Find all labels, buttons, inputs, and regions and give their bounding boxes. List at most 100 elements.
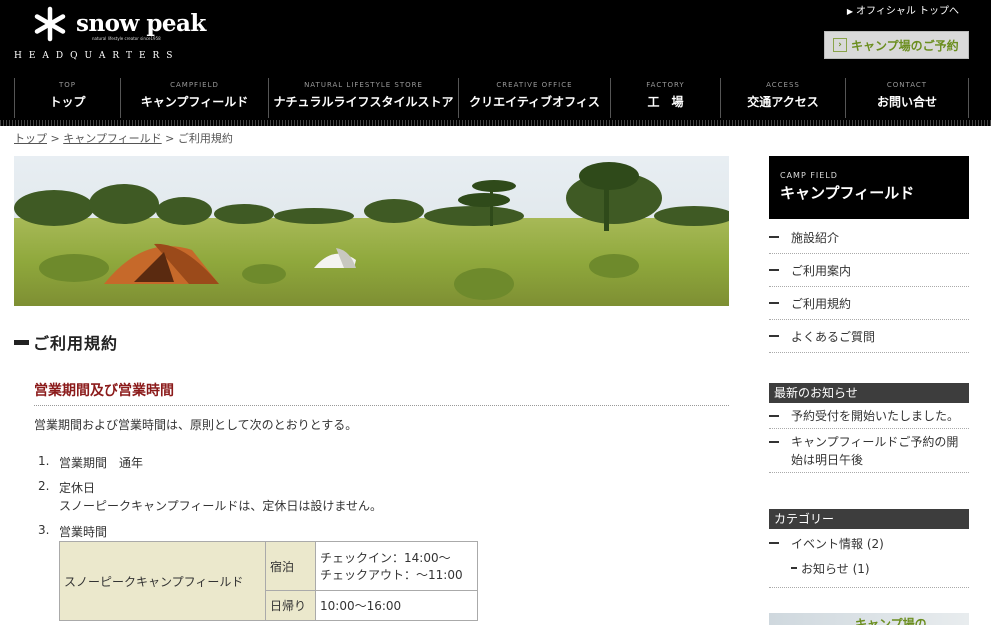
stay-label-cell: 宿泊 [265,541,316,591]
list-item: 3. 営業時間 [38,523,107,540]
sidebar-item-facilities[interactable]: 施設紹介 [769,221,969,254]
camp-reservation-label: キャンプ場のご予約 [851,38,959,53]
nav-item-label: 工 場 [647,95,684,109]
news-heading: 最新のお知らせ [769,383,969,403]
global-navigation: TOP トップ CAMPFIELD キャンプフィールド NATURAL LIFE… [14,78,969,118]
breadcrumb-current: ご利用規約 [177,132,233,145]
brand-name: snow peak [76,10,206,37]
divider [769,587,969,588]
dash-icon [769,335,779,337]
day-label-cell: 日帰り [265,590,316,621]
camp-banner[interactable]: キャンプ場の... [769,613,969,625]
sidebar-item-label: ご利用規約 [791,296,852,311]
list-number: 1. [38,454,50,468]
chevron-right-icon: › [833,38,847,52]
dash-icon [769,415,779,417]
list-number: 2. [38,479,50,493]
breadcrumb: トップ > キャンプフィールド > ご利用規約 [14,130,233,146]
sidebar-item-label: よくあるご質問 [791,329,876,344]
headquarters-label: HEADQUARTERS [14,51,180,61]
dash-icon [769,269,779,271]
breadcrumb-campfield[interactable]: キャンプフィールド [63,132,161,145]
category-item-event[interactable]: イベント情報 (2) [769,532,969,554]
checkout-time: チェックアウト：〜11:00 [320,568,463,582]
campfield-hero-image [14,156,729,306]
snowflake-logo-icon [34,6,66,42]
nav-item-en-label: ACCESS [766,81,800,89]
nav-item-label: キャンプフィールド [140,95,249,109]
nav-item-label: トップ [49,95,86,109]
page-heading: ご利用規約 [14,330,118,354]
news-item-text: キャンプフィールドご予約の開始は明日午後 [791,435,959,467]
nav-item-top[interactable]: TOP トップ [14,78,120,118]
list-text: 営業期間 通年 [59,456,144,470]
sidebar-item-guide[interactable]: ご利用案内 [769,254,969,287]
category-label: お知らせ (1) [801,561,870,576]
category-label: イベント情報 (2) [791,536,884,551]
business-hours-table: スノーピークキャンプフィールド 宿泊 チェックイン：14:00〜 チェックアウト… [59,541,478,621]
news-list: 予約受付を開始いたしました。 キャンプフィールドご予約の開始は明日午後 [769,403,969,473]
nav-item-label: 交通アクセス [747,95,819,109]
sidebar-item-faq[interactable]: よくあるご質問 [769,320,969,353]
sidebar-item-label: 施設紹介 [791,230,840,245]
news-item-text: 予約受付を開始いたしました。 [791,409,960,423]
breadcrumb-separator: > [165,132,175,145]
table-row: スノーピークキャンプフィールド 宿泊 チェックイン：14:00〜 チェックアウト… [59,541,478,621]
list-number: 3. [38,523,50,537]
list-text: 定休日 [59,481,96,495]
nav-item-label: クリエイティブオフィス [469,95,600,109]
nav-item-campfield[interactable]: CAMPFIELD キャンプフィールド [120,78,268,118]
checkin-time: チェックイン：14:00〜 [320,551,451,565]
dash-icon [769,302,779,304]
nav-item-creative-office[interactable]: CREATIVE OFFICE クリエイティブオフィス [458,78,610,118]
list-detail: スノーピークキャンプフィールドは、定休日は設けません。 [59,499,383,513]
list-item: 1. 営業期間 通年 [38,454,143,471]
breadcrumb-home[interactable]: トップ [14,132,47,145]
nav-item-en-label: CREATIVE OFFICE [496,81,573,89]
category-list: イベント情報 (2) お知らせ (1) [769,532,969,582]
nav-item-factory[interactable]: FACTORY 工 場 [610,78,720,118]
nav-item-en-label: TOP [58,81,76,89]
news-item[interactable]: キャンプフィールドご予約の開始は明日午後 [769,429,969,473]
camp-reservation-button[interactable]: › キャンプ場のご予約 [824,31,969,59]
nav-divider [0,120,991,126]
sidebar-item-terms[interactable]: ご利用規約 [769,287,969,320]
dash-icon [769,542,779,544]
dash-icon [769,441,779,443]
list-text: 営業時間 [59,525,108,539]
sidebar-item-label: ご利用案内 [791,263,852,278]
nav-item-en-label: NATURAL LIFESTYLE STORE [304,81,423,89]
heading-bar-icon [14,339,29,345]
site-header: snow peak natural lifestyle creator sinc… [0,0,991,126]
nav-item-access[interactable]: ACCESS 交通アクセス [720,78,845,118]
sidebar-menu: 施設紹介 ご利用案内 ご利用規約 よくあるご質問 [769,221,969,353]
nav-item-label: お問い合せ [876,95,937,109]
sidebar-header-title: キャンプフィールド [780,184,915,202]
section-title: 営業期間及び営業時間 [34,380,729,406]
nav-item-en-label: CAMPFIELD [170,81,219,89]
official-top-link-label: オフィシャル トップへ [856,6,959,17]
page-title: ご利用規約 [33,334,119,353]
breadcrumb-separator: > [50,132,60,145]
dash-icon [769,236,779,238]
nav-item-label: ナチュラルライフスタイルストア [273,95,454,109]
category-heading: カテゴリー [769,509,969,529]
nav-item-en-label: CONTACT [886,81,928,89]
official-top-link[interactable]: ▶ オフィシャル トップへ [847,2,959,17]
facility-cell: スノーピークキャンプフィールド [59,541,266,621]
brand-tagline: natural lifestyle creator since1958 [92,36,161,41]
camp-banner-label: キャンプ場の... [855,617,941,625]
sidebar-header: CAMP FIELD キャンプフィールド [769,156,969,219]
list-item: 2. 定休日 [38,479,95,496]
triangle-right-icon: ▶ [846,7,854,16]
category-item-notice[interactable]: お知らせ (1) [769,554,969,582]
sidebar-header-en: CAMP FIELD [780,171,838,180]
nav-item-en-label: FACTORY [646,81,685,89]
campfield-photo [14,156,729,306]
nav-item-contact[interactable]: CONTACT お問い合せ [845,78,969,118]
stay-hours-cell: チェックイン：14:00〜 チェックアウト：〜11:00 [315,541,478,591]
news-item[interactable]: 予約受付を開始いたしました。 [769,403,969,429]
dash-icon [791,567,797,569]
nav-item-store[interactable]: NATURAL LIFESTYLE STORE ナチュラルライフスタイルストア [268,78,458,118]
section-intro: 営業期間および営業時間は、原則として次のとおりとする。 [34,418,358,432]
